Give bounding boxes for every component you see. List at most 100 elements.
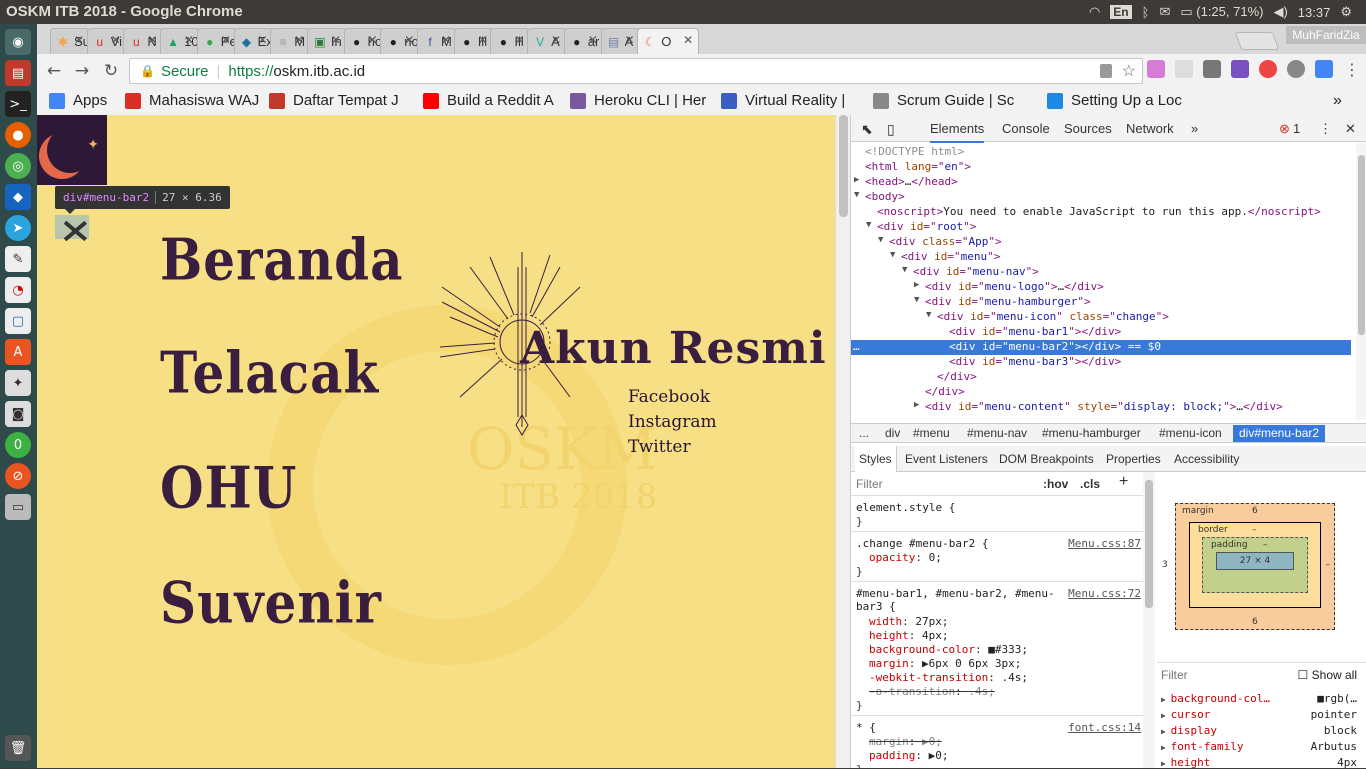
dom-node[interactable]: ▼ <div class="App"> xyxy=(851,235,1351,250)
browser-tab[interactable]: ● Ill ✕ xyxy=(490,28,531,54)
gear-icon[interactable]: ⚙ xyxy=(1340,4,1352,20)
forward-icon[interactable]: → xyxy=(71,60,93,82)
collapse-arrow-icon[interactable]: ▼ xyxy=(902,265,907,275)
reload-icon[interactable]: ↻ xyxy=(100,60,122,82)
dom-node[interactable]: ▼ <body> xyxy=(851,190,1351,205)
dom-node[interactable]: ▼ <div id="menu"> xyxy=(851,250,1351,265)
browser-tab[interactable]: ▲ 10 ✕ xyxy=(160,28,201,54)
browser-tab[interactable]: ● ho ✕ xyxy=(343,28,384,54)
extension-icon[interactable] xyxy=(1203,60,1221,78)
cls-toggle[interactable]: .cls xyxy=(1080,477,1100,491)
tab-close-icon[interactable]: ✕ xyxy=(74,33,84,47)
tab-close-icon[interactable]: ✕ xyxy=(331,33,341,47)
tab-close-icon[interactable]: ✕ xyxy=(147,33,157,47)
dom-node[interactable]: ▼ <div id="root"> xyxy=(851,220,1351,235)
browser-tab[interactable]: u Vi ✕ xyxy=(86,28,127,54)
browser-tab[interactable]: V A ✕ xyxy=(527,28,568,54)
breadcrumb-item[interactable]: #menu-nav xyxy=(967,426,1027,440)
page-scrollbar-thumb[interactable] xyxy=(839,115,848,217)
css-rule-selector[interactable]: * { xyxy=(856,721,876,734)
computed-property[interactable]: ▶ height xyxy=(1161,756,1210,769)
document-icon[interactable]: ▢ xyxy=(5,308,31,334)
subtab-accessibility[interactable]: Accessibility xyxy=(1174,452,1239,466)
subtab-dom-breakpoints[interactable]: DOM Breakpoints xyxy=(999,452,1094,466)
browser-tab[interactable]: ✱Su✕ xyxy=(50,28,90,54)
text-editor-icon[interactable]: ✎ xyxy=(5,246,31,272)
border-value[interactable]: – xyxy=(1252,525,1257,535)
dom-node[interactable]: ▼ <div id="menu-icon" class="change"> xyxy=(851,310,1351,325)
dom-node[interactable]: <html lang="en"> xyxy=(851,160,1351,175)
styles-filter-input[interactable]: Filter xyxy=(856,477,883,491)
tab-network[interactable]: Network xyxy=(1126,121,1174,136)
computed-property[interactable]: ▶ display xyxy=(1161,724,1217,737)
dom-scrollbar-thumb[interactable] xyxy=(1358,155,1365,335)
bookmark-item[interactable]: Build a Reddit A xyxy=(423,92,565,109)
subtab-properties[interactable]: Properties xyxy=(1106,452,1161,466)
mail-icon[interactable]: ✉ xyxy=(1159,4,1170,20)
browser-tab[interactable]: ▣ In ✕ xyxy=(306,28,347,54)
computed-property[interactable]: ▶ font-family xyxy=(1161,740,1244,753)
hov-toggle[interactable]: :hov xyxy=(1043,477,1068,491)
browser-tab[interactable]: ● Ill ✕ xyxy=(453,28,494,54)
bookmarks-overflow[interactable]: » xyxy=(1333,92,1342,110)
expand-arrow-icon[interactable]: ▶ xyxy=(854,175,859,185)
box-margin[interactable]: margin 6 6 3 – border – padding – 27 × 4 xyxy=(1162,503,1335,630)
extension-icon[interactable] xyxy=(1147,60,1165,78)
tab-close-icon[interactable]: ✕ xyxy=(294,33,304,47)
styles-scrollbar[interactable] xyxy=(1143,472,1155,768)
bookmark-item[interactable]: Setting Up a Loc xyxy=(1047,92,1187,109)
dom-node[interactable]: <div id="menu-bar3"></div> xyxy=(851,355,1351,370)
margin-right-value[interactable]: – xyxy=(1326,560,1331,570)
tab-close-icon[interactable]: ✕ xyxy=(184,33,194,47)
new-tab-button[interactable] xyxy=(1234,32,1280,50)
browser-tab[interactable]: ≡ M ✕ xyxy=(270,28,311,54)
app-green-icon[interactable]: 0 xyxy=(5,432,31,458)
tab-close-icon[interactable]: ✕ xyxy=(624,33,634,47)
terminal-icon[interactable]: >_ xyxy=(5,91,31,117)
breadcrumb-item[interactable]: ... xyxy=(859,426,869,440)
tab-sources[interactable]: Sources xyxy=(1064,121,1112,136)
extension-icon[interactable] xyxy=(1287,60,1305,78)
show-all-checkbox[interactable]: ☐ Show all xyxy=(1298,668,1357,682)
css-declaration[interactable]: width: 27px; xyxy=(869,615,949,628)
back-icon[interactable]: ← xyxy=(43,60,65,82)
expand-arrow-icon[interactable]: ▶ xyxy=(1161,743,1171,752)
css-source-link[interactable]: Menu.css:87 xyxy=(1068,537,1141,550)
hamburger-menu[interactable] xyxy=(55,215,89,245)
dom-node[interactable]: ▼ <div id="menu-hamburger"> xyxy=(851,295,1351,310)
tab-close-icon[interactable]: ✕ xyxy=(111,33,121,47)
browser-tab[interactable]: ●Pe✕ xyxy=(196,28,237,54)
dom-node[interactable]: <div id="menu-bar1"></div> xyxy=(851,325,1351,340)
clock[interactable]: 13:37 xyxy=(1298,5,1331,20)
battery-indicator[interactable]: ▭ (1:25, 71%) xyxy=(1180,4,1263,20)
trash-icon[interactable]: 🗑 xyxy=(5,735,31,761)
dom-node[interactable]: <!DOCTYPE html> xyxy=(851,145,1351,160)
collapse-arrow-icon[interactable]: ▼ xyxy=(866,220,871,230)
tab-close-icon[interactable]: ✕ xyxy=(514,33,524,47)
devtools-menu-icon[interactable]: ⋮ xyxy=(1319,121,1332,137)
bookmark-item[interactable]: Daftar Tempat J xyxy=(269,92,419,109)
expand-arrow-icon[interactable]: ▶ xyxy=(1161,695,1171,704)
css-declaration[interactable]: margin: ▶0; xyxy=(869,735,942,748)
tab-close-icon[interactable]: ✕ xyxy=(257,33,267,47)
browser-tab[interactable]: ● ar ✕ xyxy=(563,28,604,54)
app-icon[interactable]: ◔ xyxy=(5,277,31,303)
dom-node[interactable]: ▶ <div id="menu-logo">…</div> xyxy=(851,280,1351,295)
padding-value[interactable]: – xyxy=(1263,540,1268,550)
box-content[interactable]: 27 × 4 xyxy=(1216,552,1294,570)
error-count[interactable]: 1 xyxy=(1293,121,1300,136)
browser-tab[interactable]: ● no ✕ xyxy=(380,28,421,54)
bookmark-item[interactable]: Virtual Reality | xyxy=(721,92,869,109)
expand-arrow-icon[interactable]: ▶ xyxy=(1161,711,1171,720)
chrome-icon[interactable]: ◎ xyxy=(5,153,31,179)
browser-tab[interactable]: f M ✕ xyxy=(417,28,457,54)
browser-tab[interactable]: ◆ Ex ✕ xyxy=(233,28,274,54)
computed-property[interactable]: ▶ background-col… xyxy=(1161,692,1270,705)
social-link-instagram[interactable]: Instagram xyxy=(628,412,717,432)
bookmark-item[interactable]: Scrum Guide | Sc xyxy=(873,92,1043,109)
bookmark-item[interactable]: Apps xyxy=(49,92,119,109)
computed-filter-input[interactable]: Filter xyxy=(1161,668,1188,682)
css-declaration[interactable]: background-color: ■#333; xyxy=(869,643,1028,656)
css-declaration[interactable]: padding: ▶0; xyxy=(869,749,948,762)
browser-tab[interactable]: ☾ O ✕ xyxy=(637,28,700,54)
